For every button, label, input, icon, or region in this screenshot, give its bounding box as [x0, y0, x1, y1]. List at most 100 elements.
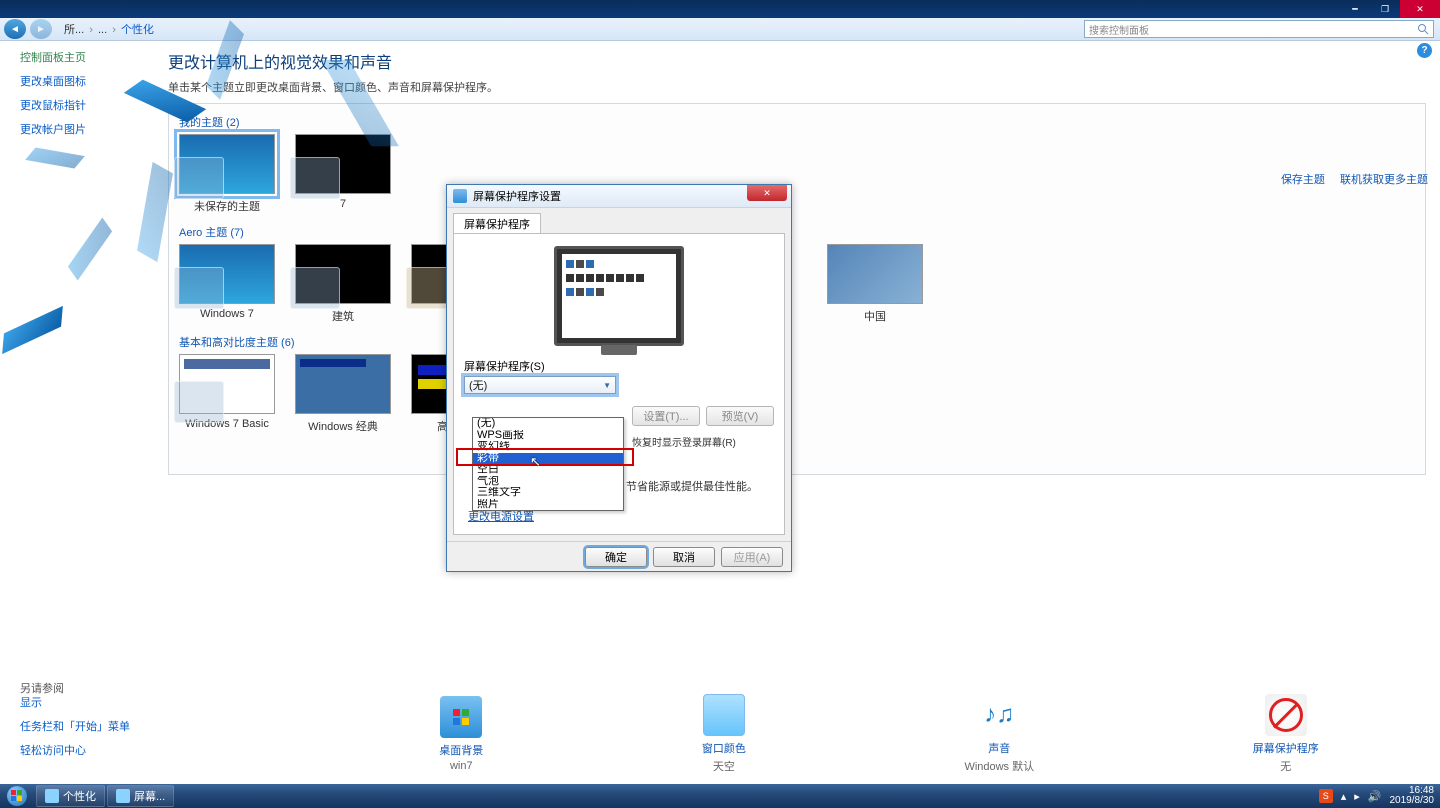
theme-row: Windows 7 Basic Windows 经典 高对比度 — [179, 354, 1415, 434]
sidebar-link-pointer[interactable]: 更改鼠标指针 — [20, 97, 154, 113]
nav-back-button[interactable]: ◄ — [4, 19, 26, 39]
theme-item[interactable]: 建筑 — [295, 244, 391, 324]
dialog-tabs: 屏幕保护程序 — [447, 208, 791, 233]
theme-item[interactable]: 未保存的主题 — [179, 134, 275, 214]
minimize-button[interactable]: ━ — [1340, 0, 1370, 18]
apply-button[interactable]: 应用(A) — [721, 547, 783, 567]
resume-checkbox-label[interactable]: 恢复时显示登录屏幕(R) — [632, 434, 736, 449]
theme-item[interactable]: 7 — [295, 134, 391, 210]
dropdown-option[interactable]: 气泡 — [473, 476, 623, 488]
quicklink-label: 声音 — [964, 740, 1034, 756]
dropdown-option[interactable]: 变幻线 — [473, 441, 623, 453]
screensaver-dropdown-list[interactable]: (无) WPS画报 变幻线 彩带 空白 气泡 三维文字 照片 — [472, 417, 624, 511]
search-placeholder: 搜索控制面板 — [1089, 22, 1149, 37]
page-title: 更改计算机上的视觉效果和声音 — [168, 49, 1426, 73]
cancel-button[interactable]: 取消 — [653, 547, 715, 567]
taskbar-item-label: 屏幕... — [134, 788, 165, 804]
taskbar-item[interactable]: 个性化 — [36, 785, 105, 807]
theme-label: 建筑 — [295, 308, 391, 324]
link-save-theme[interactable]: 保存主题 — [1281, 174, 1325, 186]
start-button[interactable] — [0, 784, 34, 808]
sidebar-link-icons[interactable]: 更改桌面图标 — [20, 73, 154, 89]
combobox-selected: (无) — [469, 377, 487, 393]
theme-item[interactable]: Windows 7 Basic — [179, 354, 275, 430]
quicklink-label: 屏幕保护程序 — [1253, 740, 1319, 756]
theme-item[interactable]: Windows 经典 — [295, 354, 391, 434]
theme-thumbnail — [179, 134, 275, 194]
action-center-icon[interactable]: ▸ — [1354, 790, 1360, 803]
search-input[interactable]: 搜索控制面板 — [1084, 20, 1434, 38]
bottom-quicklinks: 桌面背景 win7 窗口颜色 天空 ♪♫ 声音 Windows 默认 屏幕保护程… — [330, 692, 1428, 776]
dropdown-option[interactable]: 照片 — [473, 499, 623, 511]
quicklink-label: 桌面背景 — [439, 742, 483, 758]
quicklink-desktop-bg[interactable]: 桌面背景 win7 — [439, 696, 483, 772]
ok-button[interactable]: 确定 — [585, 547, 647, 567]
quicklink-value: win7 — [439, 760, 483, 772]
breadcrumb[interactable]: 所... › ... › 个性化 — [64, 21, 154, 37]
quicklink-value: Windows 默认 — [964, 758, 1034, 774]
close-button[interactable]: ✕ — [1400, 0, 1440, 18]
dropdown-option[interactable]: WPS画报 — [473, 430, 623, 442]
sidebar-related-taskbar[interactable]: 任务栏和「开始」菜单 — [20, 718, 130, 734]
cursor-icon: ↖ — [530, 454, 541, 470]
breadcrumb-current[interactable]: 个性化 — [121, 24, 154, 36]
tray-clock[interactable]: 16:48 2019/8/30 — [1390, 786, 1435, 806]
theme-label: 7 — [295, 198, 391, 210]
nav-forward-button[interactable]: ► — [30, 19, 52, 39]
desktop-bg-icon — [440, 696, 482, 738]
quicklink-value: 无 — [1253, 758, 1319, 774]
settings-button[interactable]: 设置(T)... — [632, 406, 700, 426]
breadcrumb-part[interactable]: 所... — [64, 24, 84, 36]
main-content: 更改计算机上的视觉效果和声音 单击某个主题立即更改桌面背景、窗口颜色、声音和屏幕… — [160, 41, 1440, 784]
window-titlebar: ━ ❐ ✕ — [0, 0, 1440, 18]
link-online-themes[interactable]: 联机获取更多主题 — [1340, 174, 1428, 186]
quicklink-sound[interactable]: ♪♫ 声音 Windows 默认 — [964, 694, 1034, 774]
theme-thumbnail — [179, 354, 275, 414]
windows-logo-icon — [11, 790, 23, 802]
dialog-tab[interactable]: 屏幕保护程序 — [453, 213, 541, 234]
dialog-footer: 确定 取消 应用(A) — [447, 541, 791, 571]
breadcrumb-separator: › — [112, 24, 116, 36]
theme-thumbnail — [295, 354, 391, 414]
tray-up-icon[interactable]: ▴ — [1341, 790, 1347, 803]
breadcrumb-part[interactable]: ... — [98, 24, 107, 36]
chevron-down-icon: ▼ — [603, 381, 611, 390]
breadcrumb-separator: › — [89, 24, 93, 36]
dropdown-option[interactable]: 空白 — [473, 464, 623, 476]
dialog-close-button[interactable]: ✕ — [747, 185, 787, 201]
theme-item[interactable]: Windows 7 — [179, 244, 275, 320]
power-note: 节省能源或提供最佳性能。 — [626, 478, 758, 494]
dropdown-option[interactable]: (无) — [473, 418, 623, 430]
theme-label: Windows 7 — [179, 308, 275, 320]
sidebar-home-link[interactable]: 控制面板主页 — [20, 49, 154, 65]
dialog-titlebar[interactable]: 屏幕保护程序设置 ✕ — [447, 185, 791, 208]
screensaver-icon — [1265, 694, 1307, 736]
group-basic-themes: 基本和高对比度主题 (6) — [179, 334, 1415, 350]
maximize-button[interactable]: ❐ — [1370, 0, 1400, 18]
quicklink-window-color[interactable]: 窗口颜色 天空 — [702, 694, 746, 774]
sidebar-related: 显示 任务栏和「开始」菜单 轻松访问中心 — [20, 694, 130, 766]
taskbar-item[interactable]: 屏幕... — [107, 785, 174, 807]
clock-date: 2019/8/30 — [1390, 796, 1435, 806]
theme-label: 未保存的主题 — [179, 198, 275, 214]
taskbar-item-label: 个性化 — [63, 788, 96, 804]
screensaver-combobox[interactable]: (无) ▼ — [464, 376, 616, 394]
dropdown-option[interactable]: 三维文字 — [473, 487, 623, 499]
taskbar[interactable]: 个性化 屏幕... S ▴ ▸ 🔊 16:48 2019/8/30 — [0, 784, 1440, 808]
volume-icon[interactable]: 🔊 — [1368, 790, 1382, 803]
app-icon — [116, 789, 130, 803]
preview-button[interactable]: 预览(V) — [706, 406, 774, 426]
dialog-action-row: 设置(T)... 预览(V) — [632, 406, 774, 426]
quicklink-screensaver[interactable]: 屏幕保护程序 无 — [1253, 694, 1319, 774]
sidebar-link-account-pic[interactable]: 更改帐户图片 — [20, 121, 154, 137]
theme-row: 未保存的主题 7 — [179, 134, 1415, 214]
theme-label: Windows 经典 — [295, 418, 391, 434]
sidebar-related-display[interactable]: 显示 — [20, 694, 130, 710]
dropdown-option-selected[interactable]: 彩带 — [473, 453, 623, 465]
theme-panel[interactable]: 我的主题 (2) 未保存的主题 7 Aero 主题 (7) Wind — [168, 103, 1426, 475]
theme-item[interactable]: 中国 — [827, 244, 923, 324]
address-toolbar: ◄ ► 所... › ... › 个性化 搜索控制面板 — [0, 18, 1440, 41]
ime-icon[interactable]: S — [1319, 789, 1333, 803]
sidebar-related-ease[interactable]: 轻松访问中心 — [20, 742, 130, 758]
sound-icon: ♪♫ — [978, 694, 1020, 736]
